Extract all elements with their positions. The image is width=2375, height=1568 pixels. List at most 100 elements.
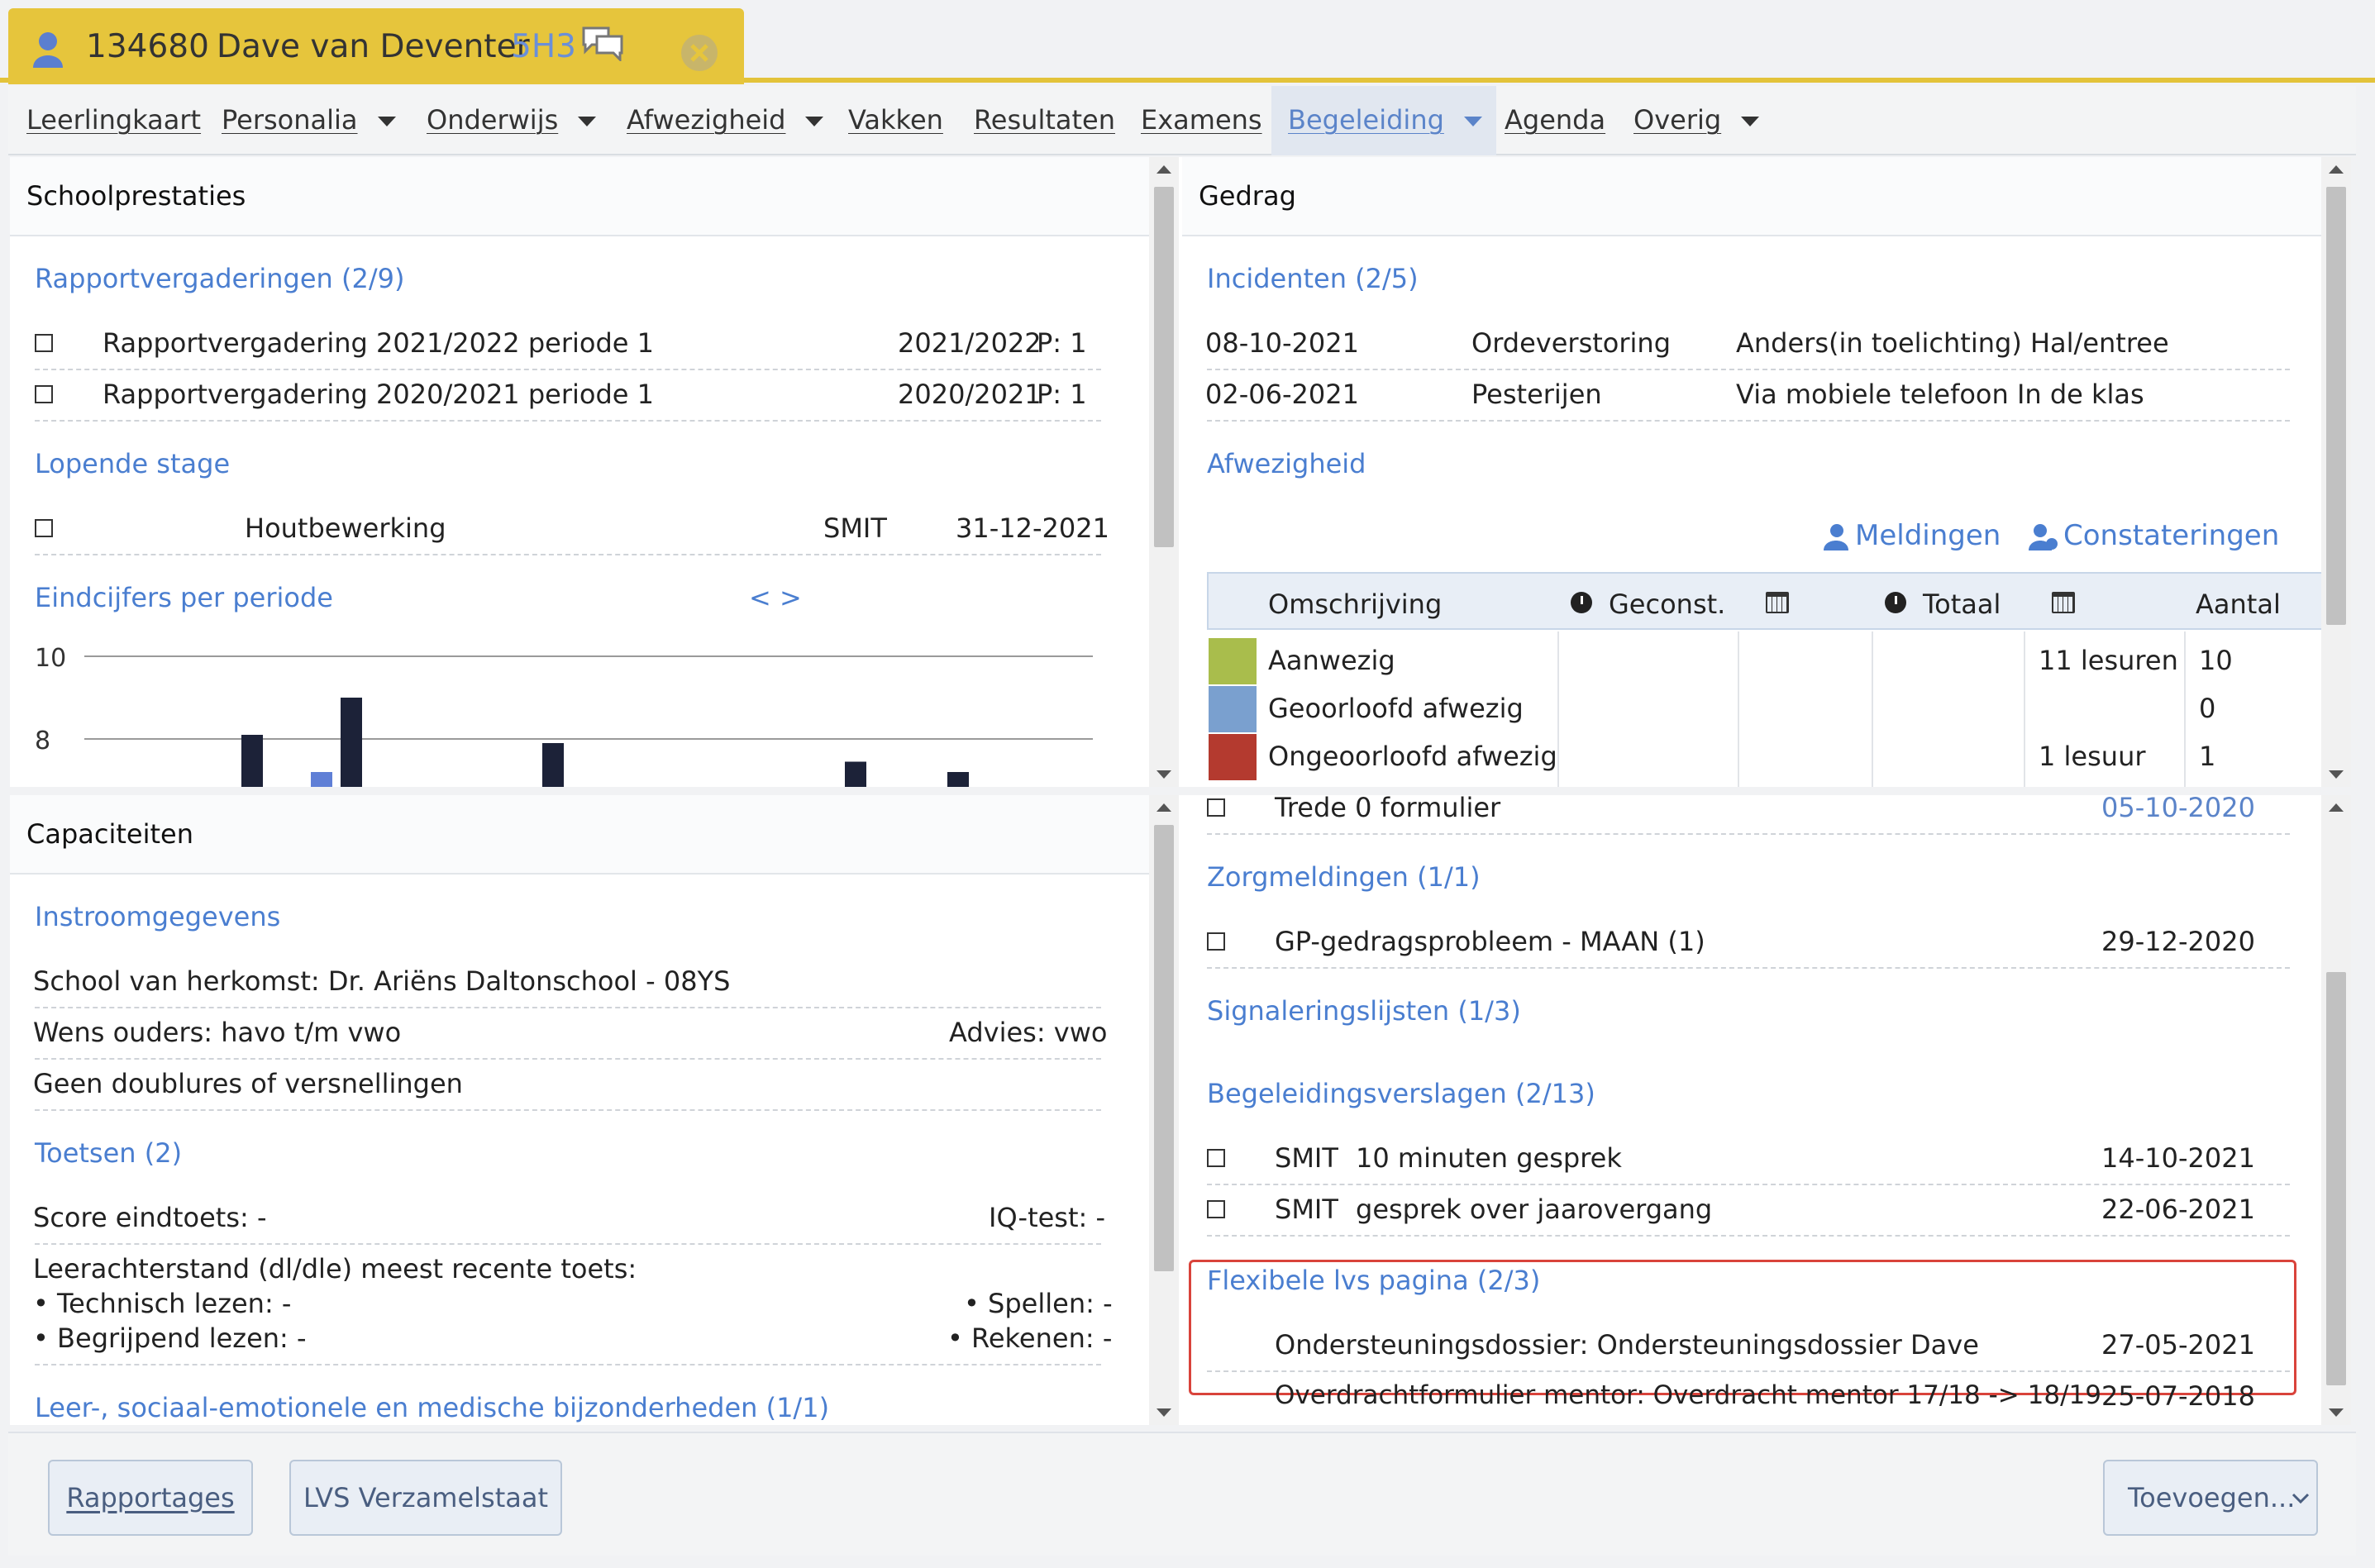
scroll-up-arrow[interactable] <box>2329 165 2344 174</box>
advies: Advies: vwo <box>949 1017 1108 1048</box>
incident-desc: Anders(in toelichting) Hal/entree <box>1736 327 2169 359</box>
verslag-label[interactable]: gesprek over jaarovergang <box>1356 1194 1712 1225</box>
checkbox[interactable] <box>1207 932 1225 951</box>
period-nav-arrows[interactable]: < > <box>749 582 802 613</box>
nav-afwezigheid[interactable]: Afwezigheid <box>627 104 824 136</box>
section-eindcijfers[interactable]: Eindcijfers per periode <box>35 582 333 613</box>
nav-agenda[interactable]: Agenda <box>1505 104 1605 136</box>
row-aantal: 1 <box>2199 741 2216 772</box>
col-divider <box>2024 631 2025 787</box>
scroll-thumb[interactable] <box>1154 825 1174 1271</box>
trede-label[interactable]: Trede 0 formulier <box>1275 795 1500 823</box>
scroll-up-arrow[interactable] <box>2329 803 2344 812</box>
close-icon[interactable] <box>680 33 719 73</box>
constateringen-icon <box>2029 524 2058 550</box>
col-omschrijving[interactable]: Omschrijving <box>1268 589 1442 620</box>
constateringen-link[interactable]: Constateringen <box>2063 519 2279 552</box>
nav-leerlingkaart[interactable]: Leerlingkaart <box>26 104 201 136</box>
panel-header: Gedrag <box>1182 157 2323 236</box>
section-toetsen[interactable]: Toetsen (2) <box>35 1137 182 1169</box>
checkbox[interactable] <box>35 385 53 403</box>
section-begeleidingsverslagen[interactable]: Begeleidingsverslagen (2/13) <box>1207 1078 1595 1109</box>
nav-overig[interactable]: Overig <box>1633 104 1760 136</box>
nav-examens[interactable]: Examens <box>1141 104 1262 136</box>
scroll-up-arrow[interactable] <box>1157 803 1171 812</box>
col-totaal[interactable]: Totaal <box>1923 589 2001 620</box>
section-zorgmeldingen[interactable]: Zorgmeldingen (1/1) <box>1207 861 1481 893</box>
scroll-up-arrow[interactable] <box>1157 165 1171 174</box>
rapportages-button[interactable]: Rapportages <box>48 1460 253 1536</box>
scrollbar[interactable] <box>1149 795 1179 1425</box>
checkbox[interactable] <box>1207 1149 1225 1167</box>
stage-label[interactable]: Houtbewerking <box>245 512 446 544</box>
scrollbar[interactable] <box>2321 157 2351 787</box>
nav-begeleiding[interactable]: Begeleiding <box>1288 104 1482 136</box>
student-tab[interactable]: 134680 Dave van Deventer 5H3 <box>8 8 744 84</box>
scroll-down-arrow[interactable] <box>1157 770 1171 779</box>
nav-vakken[interactable]: Vakken <box>848 104 943 136</box>
divider <box>1207 1235 2290 1237</box>
stage-date: 31-12-2021 <box>956 512 1109 544</box>
nav-resultaten[interactable]: Resultaten <box>974 104 1115 136</box>
checkbox[interactable] <box>1207 1200 1225 1218</box>
rapport-label[interactable]: Rapportvergadering 2020/2021 periode 1 <box>103 379 654 410</box>
lvs-verzamelstaat-button[interactable]: LVS Verzamelstaat <box>289 1460 562 1536</box>
divider <box>35 1007 1101 1008</box>
nav-onderwijs[interactable]: Onderwijs <box>427 104 597 136</box>
section-signaleringslijsten[interactable]: Signaleringslijsten (1/3) <box>1207 995 1521 1027</box>
student-name: Dave van Deventer <box>217 28 530 65</box>
section-rapportvergaderingen[interactable]: Rapportvergaderingen (2/9) <box>35 263 404 294</box>
incident-date[interactable]: 08-10-2021 <box>1205 327 1359 359</box>
bar <box>542 743 564 787</box>
panel-zorg: Trede 0 formulier 05-10-2020 Zorgmelding… <box>1182 795 2323 1425</box>
verslag-date: 22-06-2021 <box>2101 1194 2255 1225</box>
col-geconst[interactable]: Geconst. <box>1609 589 1725 620</box>
main-nav: Leerlingkaart Personalia Onderwijs Afwez… <box>8 86 2356 155</box>
checkbox[interactable] <box>1207 798 1225 817</box>
scroll-thumb[interactable] <box>2326 972 2346 1385</box>
section-afwezigheid[interactable]: Afwezigheid <box>1207 448 1366 479</box>
divider <box>1207 833 2290 835</box>
col-aantal[interactable]: Aantal <box>2196 589 2281 620</box>
divider <box>1207 420 2290 422</box>
incident-date[interactable]: 02-06-2021 <box>1205 379 1359 410</box>
scrollbar[interactable] <box>1149 157 1179 787</box>
wens-ouders: Wens ouders: havo t/m vwo <box>33 1017 402 1048</box>
row-lesuren: 11 lesuren <box>2039 645 2178 676</box>
checkbox[interactable] <box>35 334 53 352</box>
section-bijzonderheden[interactable]: Leer-, sociaal-emotionele en medische bi… <box>35 1392 829 1423</box>
rekenen: • Rekenen: - <box>947 1323 1113 1354</box>
section-lopende-stage[interactable]: Lopende stage <box>35 448 230 479</box>
bar <box>241 735 263 787</box>
scroll-thumb[interactable] <box>2326 187 2346 625</box>
verslag-label[interactable]: 10 minuten gesprek <box>1356 1142 1622 1174</box>
scrollbar[interactable] <box>2321 795 2351 1425</box>
row-aantal: 0 <box>2199 693 2216 724</box>
panel-header: Schoolprestaties <box>10 157 1154 236</box>
scroll-down-arrow[interactable] <box>2329 770 2344 779</box>
toevoegen-button[interactable]: Toevoegen... <box>2103 1460 2318 1536</box>
flex-label[interactable]: Ondersteuningsdossier: Ondersteuningsdos… <box>1275 1329 1979 1361</box>
student-class[interactable]: 5H3 <box>511 28 576 65</box>
meldingen-link[interactable]: Meldingen <box>1855 519 2001 552</box>
scroll-thumb[interactable] <box>1154 187 1174 547</box>
scroll-down-arrow[interactable] <box>2329 1408 2344 1417</box>
divider <box>35 1058 1101 1060</box>
section-incidenten[interactable]: Incidenten (2/5) <box>1207 263 1419 294</box>
flex-label[interactable]: Overdrachtformulier mentor: Overdracht m… <box>1275 1380 2101 1410</box>
row-label[interactable]: Geoorloofd afwezig <box>1268 693 1524 724</box>
nav-personalia[interactable]: Personalia <box>222 104 396 136</box>
section-instroomgegevens[interactable]: Instroomgegevens <box>35 901 280 932</box>
verslag-date: 14-10-2021 <box>2101 1142 2255 1174</box>
chat-bubbles-icon[interactable] <box>580 25 625 61</box>
color-swatch-geoorloofd <box>1209 686 1257 732</box>
section-flexibele-lvs[interactable]: Flexibele lvs pagina (2/3) <box>1207 1265 1540 1296</box>
technisch-lezen: • Technisch lezen: - <box>33 1288 292 1319</box>
scroll-down-arrow[interactable] <box>1157 1408 1171 1417</box>
flex-date: 25-07-2018 <box>2101 1380 2255 1412</box>
row-label[interactable]: Aanwezig <box>1268 645 1395 676</box>
zorg-label[interactable]: GP-gedragsprobleem - MAAN (1) <box>1275 926 1705 957</box>
checkbox[interactable] <box>35 519 53 537</box>
rapport-label[interactable]: Rapportvergadering 2021/2022 periode 1 <box>103 327 654 359</box>
row-label[interactable]: Ongeoorloofd afwezig <box>1268 741 1557 772</box>
